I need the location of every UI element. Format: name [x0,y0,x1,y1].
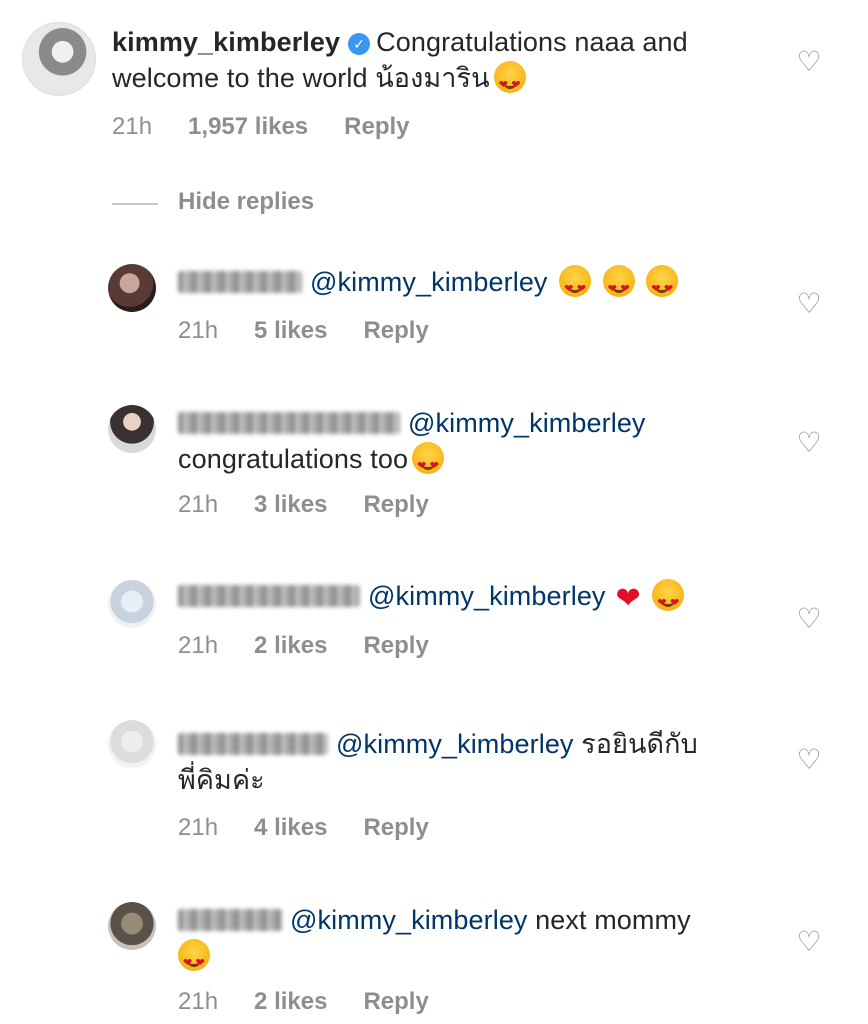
comment-meta: 21h 1,957 likes Reply [112,113,446,141]
reply-likes[interactable]: 5 likes [254,317,327,344]
avatar[interactable] [108,580,156,628]
like-heart-icon[interactable]: ♡ [795,928,823,956]
reply-text: @kimmy_kimberley ❤ [178,578,778,621]
heart-eyes-icon [178,939,210,981]
reply-mention[interactable]: @kimmy_kimberley [368,581,606,611]
reply-meta: 21h 2 likes Reply [178,632,465,660]
comment-time: 21h [112,113,153,140]
reply-button[interactable]: Reply [363,988,428,1015]
like-heart-icon[interactable]: ♡ [795,429,823,457]
blurred-username[interactable] [178,909,282,931]
like-heart-icon[interactable]: ♡ [795,290,823,318]
reply-meta: 21h 4 likes Reply [178,814,465,842]
blurred-username[interactable] [178,412,400,434]
reply-likes[interactable]: 3 likes [254,491,327,518]
like-heart-icon[interactable]: ♡ [795,746,823,774]
avatar[interactable] [108,405,156,453]
heart-eyes-icon [652,579,685,621]
reply-likes[interactable]: 4 likes [254,814,327,841]
reply-body-line2: พี่คิมค่ะ [178,765,265,795]
avatar[interactable] [22,22,96,96]
reply-time: 21h [178,491,219,518]
reply-button[interactable]: Reply [344,113,409,140]
reply-button[interactable]: Reply [363,814,428,841]
reply-mention[interactable]: @kimmy_kimberley [290,905,528,935]
reply-meta: 21h 3 likes Reply [178,491,465,519]
like-heart-icon[interactable]: ♡ [795,48,823,76]
reply-mention[interactable]: @kimmy_kimberley [336,729,574,759]
divider [112,203,158,205]
avatar[interactable] [108,902,156,950]
comment-likes[interactable]: 1,957 likes [188,113,308,140]
blurred-username[interactable] [178,585,360,607]
reply-body: congratulations too [178,444,409,474]
reply-body: รอยินดีกับ [581,729,698,759]
reply-time: 21h [178,814,219,841]
blurred-username[interactable] [178,271,302,293]
reply-button[interactable]: Reply [363,491,428,518]
reply-text: @kimmy_kimberley [178,264,778,307]
reply-text: @kimmy_kimberley รอยินดีกับ พี่คิมค่ะ [178,726,778,798]
smiling-face-with-hearts-icon [493,61,526,103]
reply-time: 21h [178,317,219,344]
reply-text: @kimmy_kimberley next mommy [178,902,778,981]
blurred-username[interactable] [178,733,328,755]
reply-meta: 21h 5 likes Reply [178,317,465,345]
verified-badge-icon: ✓ [348,33,371,55]
heart-eyes-icon [412,442,445,484]
reply-body: next mommy [535,905,691,935]
reply-mention[interactable]: @kimmy_kimberley [408,408,646,438]
avatar[interactable] [108,720,156,768]
reply-button[interactable]: Reply [363,632,428,659]
like-heart-icon[interactable]: ♡ [795,605,823,633]
main-comment-text: kimmy_kimberley ✓ Congratulations naaa and… [112,24,782,103]
comment-username[interactable]: kimmy_kimberley [112,27,340,57]
red-heart-icon: ❤ [615,582,641,615]
comment-text-line1: Congratulations naaa and [376,27,688,57]
reply-text: @kimmy_kimberley congratulations too [178,405,778,484]
avatar[interactable] [108,264,156,312]
hide-replies-button[interactable]: Hide replies [178,188,314,216]
comment-text-line2: welcome to the world น้องมาริน [112,63,490,93]
heart-eyes-icon [559,265,592,307]
reply-meta: 21h 2 likes Reply [178,988,465,1016]
reply-likes[interactable]: 2 likes [254,988,327,1015]
heart-eyes-icon [646,265,679,307]
reply-time: 21h [178,988,219,1015]
reply-likes[interactable]: 2 likes [254,632,327,659]
heart-eyes-icon [602,265,635,307]
reply-time: 21h [178,632,219,659]
reply-mention[interactable]: @kimmy_kimberley [310,267,548,297]
reply-button[interactable]: Reply [363,317,428,344]
